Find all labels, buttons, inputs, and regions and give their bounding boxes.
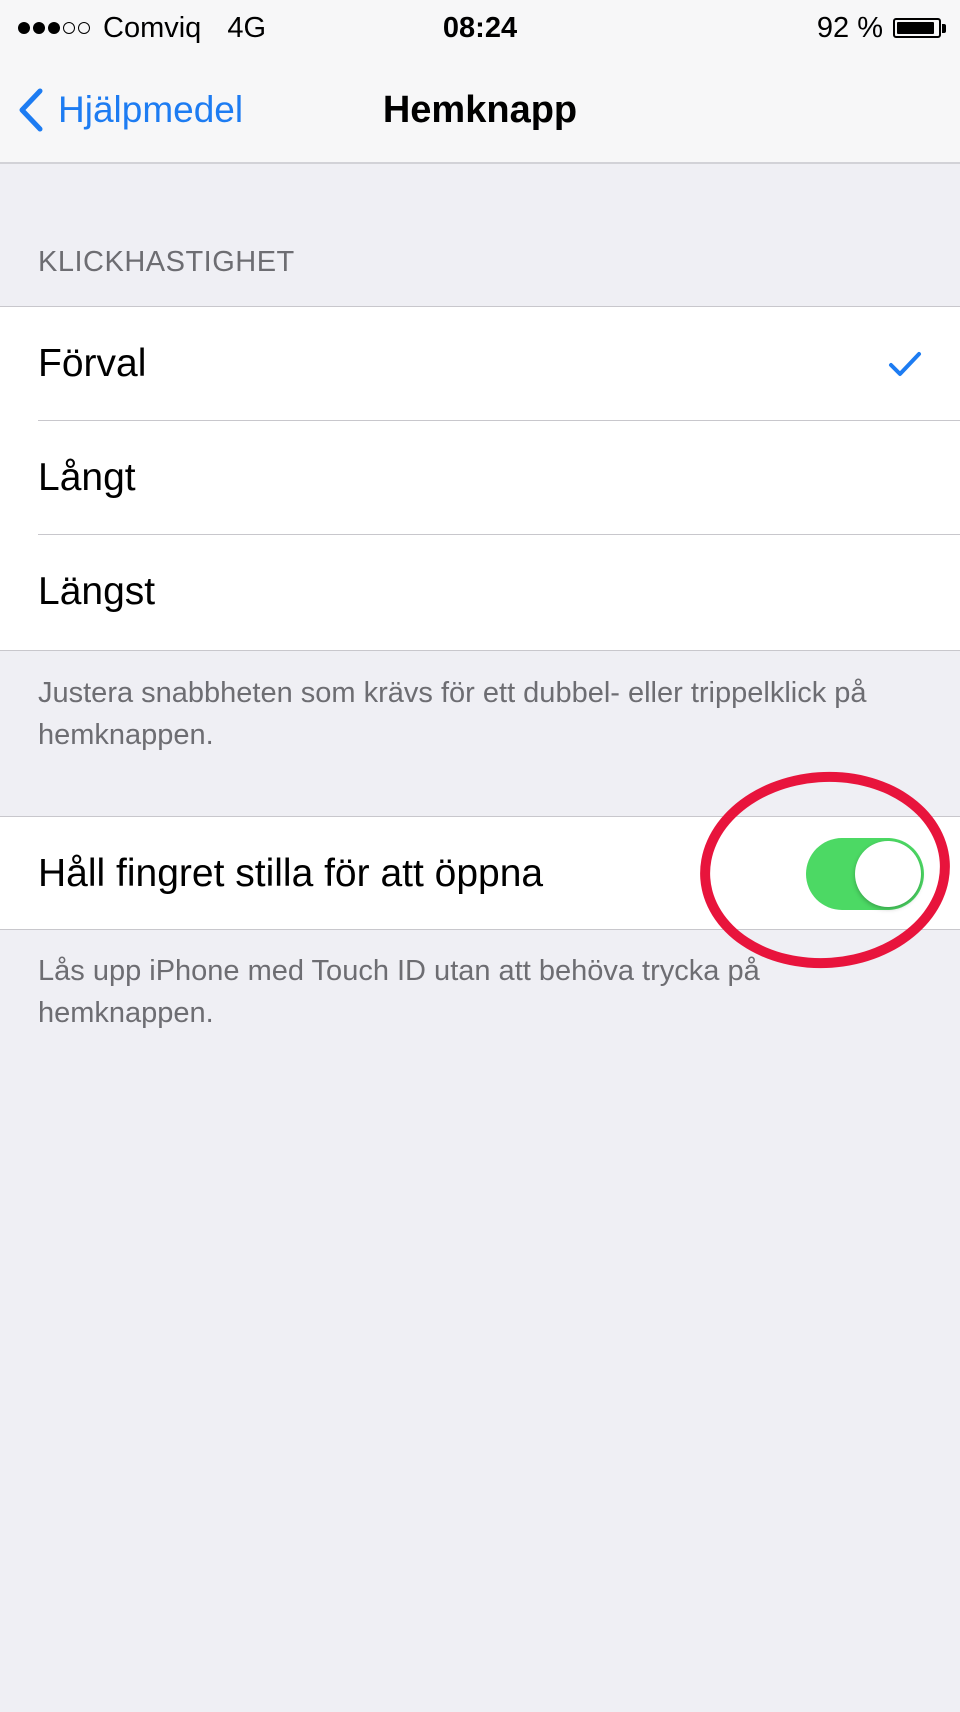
page-title: Hemknapp bbox=[382, 89, 578, 131]
status-bar: Comviq 4G 08:24 92 % bbox=[0, 0, 960, 56]
battery-icon bbox=[893, 18, 941, 38]
click-speed-description: Justera snabbheten som krävs för ett dub… bbox=[38, 677, 867, 751]
annotation-highlight-circle bbox=[693, 763, 957, 977]
battery-percentage: 92 % bbox=[816, 11, 883, 44]
option-label: Förval bbox=[38, 342, 147, 385]
option-label: Längst bbox=[38, 570, 156, 613]
status-right: 92 % bbox=[817, 10, 946, 46]
click-speed-group: Förval Långt Längst bbox=[0, 306, 960, 651]
option-row-default[interactable]: Förval bbox=[0, 307, 960, 421]
option-row-longest[interactable]: Längst bbox=[0, 535, 960, 649]
battery-fill bbox=[897, 22, 934, 34]
option-row-long[interactable]: Långt bbox=[0, 421, 960, 535]
option-label: Långt bbox=[38, 456, 136, 499]
rest-finger-label: Håll fingret stilla för att öppna bbox=[38, 852, 544, 895]
section-header-click-speed: KLICKHASTIGHET bbox=[38, 246, 295, 278]
navigation-bar: Hjälpmedel Hemknapp bbox=[0, 56, 960, 164]
checkmark-icon bbox=[889, 352, 921, 376]
battery-tip bbox=[942, 23, 946, 33]
